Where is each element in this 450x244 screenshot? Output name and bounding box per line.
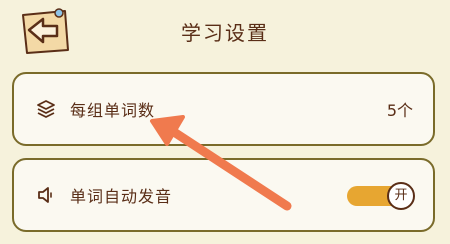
setting-row-words-per-group[interactable]: 每组单词数 5个	[12, 72, 435, 146]
auto-pronounce-label: 单词自动发音	[70, 187, 173, 206]
toggle-knob: 开	[387, 182, 415, 210]
header: 学习设置	[0, 0, 450, 64]
speaker-icon	[36, 185, 56, 205]
layers-icon	[36, 99, 56, 119]
words-per-group-label: 每组单词数	[70, 101, 156, 120]
page-title: 学习设置	[181, 21, 269, 45]
setting-row-auto-pronounce: 单词自动发音 开	[12, 158, 435, 232]
words-per-group-value[interactable]: 5个	[387, 97, 413, 121]
auto-pronounce-toggle[interactable]: 开	[347, 182, 415, 210]
